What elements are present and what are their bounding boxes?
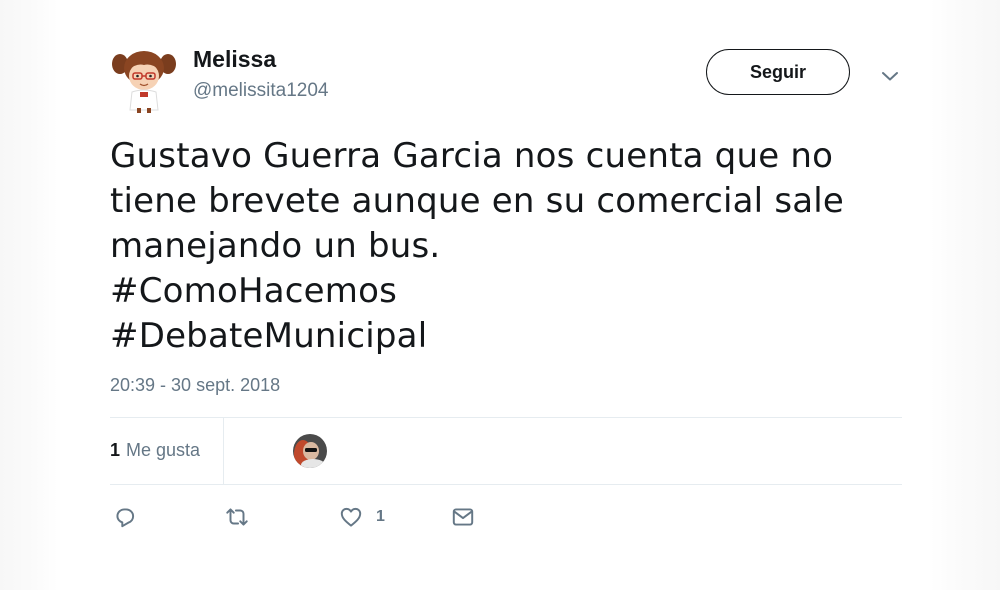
reply-icon bbox=[116, 508, 135, 528]
divider bbox=[223, 418, 224, 484]
retweet-icon bbox=[226, 508, 248, 526]
likes-count[interactable]: 1 Me gusta bbox=[110, 440, 200, 461]
hashtag-link[interactable]: #ComoHacemos bbox=[110, 269, 900, 314]
tweet-text-line: manejando un bus. bbox=[110, 226, 441, 266]
envelope-icon bbox=[452, 508, 474, 526]
direct-message-button[interactable] bbox=[450, 500, 476, 534]
likes-count-label: Me gusta bbox=[126, 440, 201, 460]
follow-button[interactable]: Seguir bbox=[706, 49, 850, 95]
tweet-actions: 1 bbox=[110, 500, 902, 534]
likes-row: 1 Me gusta bbox=[110, 418, 902, 484]
tweet-text: Gustavo Guerra Garcia nos cuenta que no … bbox=[110, 134, 900, 359]
likes-count-number: 1 bbox=[110, 440, 121, 460]
chevron-down-icon[interactable] bbox=[878, 64, 902, 88]
reply-button[interactable] bbox=[112, 500, 138, 534]
author-avatar[interactable] bbox=[110, 46, 178, 114]
divider bbox=[110, 484, 902, 485]
liker-avatar-icon bbox=[293, 434, 327, 468]
tweet-timestamp[interactable]: 20:39 - 30 sept. 2018 bbox=[110, 375, 280, 396]
heart-icon bbox=[340, 507, 362, 527]
like-button[interactable]: 1 bbox=[338, 500, 385, 534]
retweet-button[interactable] bbox=[224, 500, 250, 534]
tweet-text-line: Gustavo Guerra Garcia nos cuenta que no bbox=[110, 136, 834, 176]
liker-avatar[interactable] bbox=[293, 434, 327, 468]
like-count: 1 bbox=[376, 508, 385, 525]
hashtag-link[interactable]: #DebateMunicipal bbox=[110, 314, 900, 359]
blurred-right-edge bbox=[930, 0, 1000, 590]
cartoon-girl-avatar-icon bbox=[112, 51, 176, 113]
author-handle[interactable]: @melissita1204 bbox=[193, 80, 328, 102]
tweet-text-line: tiene brevete aunque en su comercial sal… bbox=[110, 181, 845, 221]
tweet-card: Melissa @melissita1204 Seguir Gustavo Gu… bbox=[58, 0, 930, 590]
blurred-left-edge bbox=[0, 0, 58, 590]
page: Melissa @melissita1204 Seguir Gustavo Gu… bbox=[0, 0, 1000, 590]
author-display-name[interactable]: Melissa bbox=[193, 46, 276, 73]
